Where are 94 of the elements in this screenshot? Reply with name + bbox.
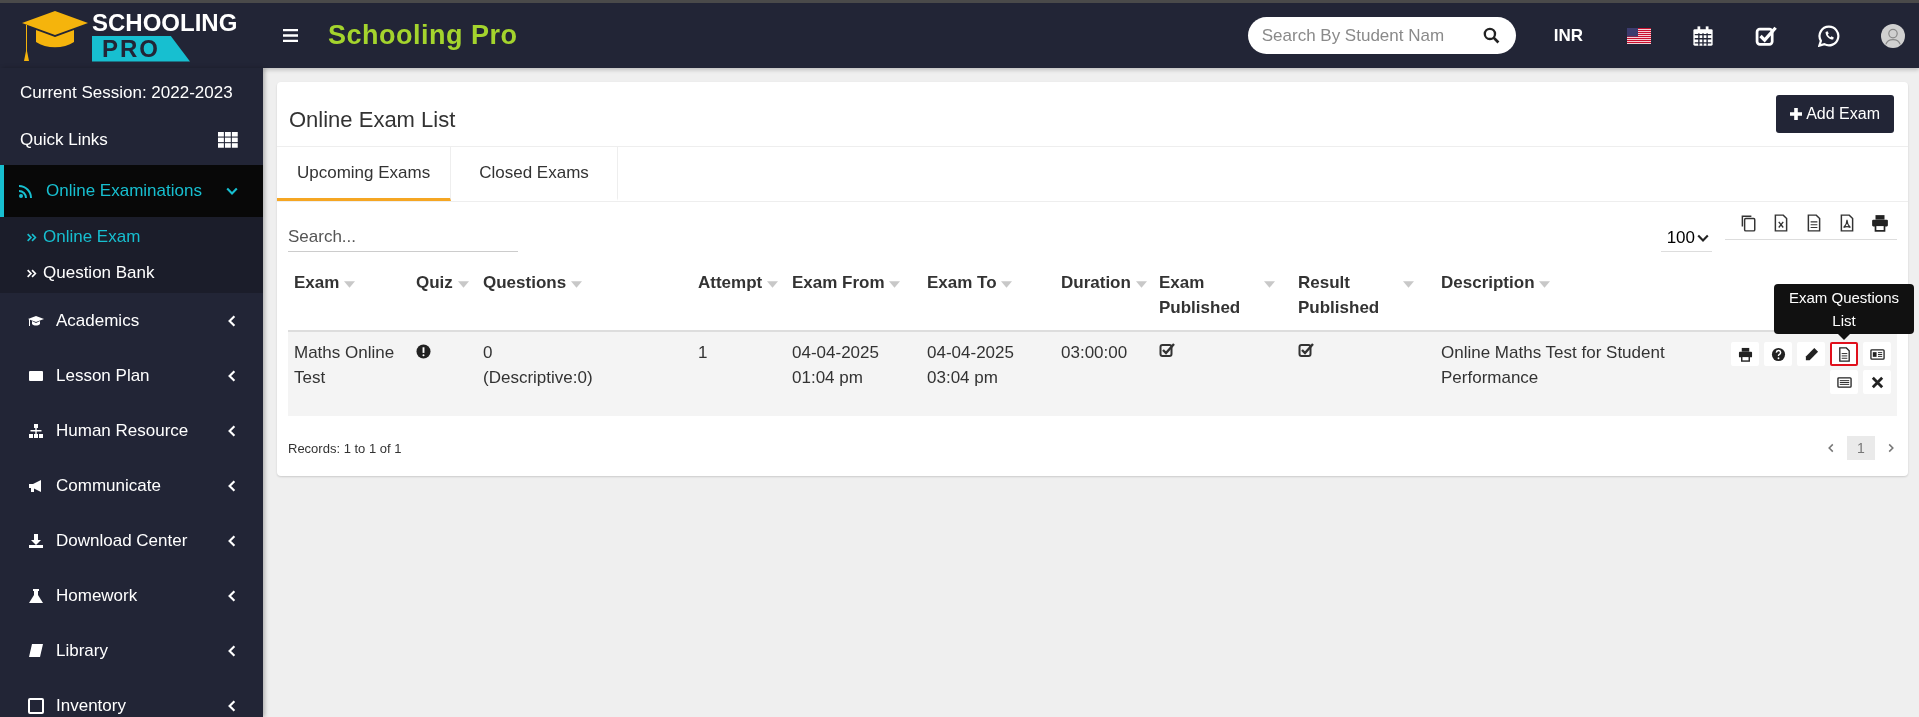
edit-button[interactable] [1797, 342, 1825, 366]
currency-selector[interactable]: INR [1553, 25, 1583, 46]
search-field[interactable]: Search By Student Nam [1247, 17, 1516, 54]
table-cell-text: 0 [483, 342, 494, 364]
session-label: Current Session: 2022-2023 [19, 82, 234, 104]
menu-item[interactable]: Online Examinations [0, 165, 263, 217]
logo[interactable]: SCHOOLING PRO [0, 8, 263, 63]
megaphone-icon [28, 477, 44, 494]
table-cell: Maths Online Test [294, 343, 395, 387]
grid-icon[interactable] [218, 132, 238, 148]
menu-item[interactable]: Inventory [0, 678, 263, 717]
print-icon[interactable] [1871, 214, 1889, 232]
rss-icon [18, 183, 34, 199]
double-chevron-icon [26, 231, 37, 243]
menu-item[interactable]: Download Center [0, 513, 263, 568]
list-button[interactable] [1830, 370, 1858, 394]
logo-text: SCHOOLING [92, 9, 238, 36]
page-button[interactable]: 1 [1847, 436, 1875, 460]
column-header[interactable]: Description [1441, 270, 1535, 295]
table-cell-text: 04-04-2025 [792, 342, 880, 364]
pdf-file-icon[interactable] [1838, 214, 1856, 232]
column-header[interactable]: Quiz [416, 270, 453, 295]
column-header[interactable]: Result Published [1298, 270, 1398, 320]
quick-links-label: Quick Links [20, 130, 108, 150]
pencil-icon [1803, 346, 1819, 362]
menu-item[interactable]: Human Resource [0, 403, 263, 458]
search-icon[interactable] [1482, 27, 1500, 44]
sitemap-icon [28, 422, 44, 439]
spreadsheet-file-icon[interactable] [1772, 214, 1790, 232]
tooltip-arrow-icon [1838, 334, 1850, 340]
box-icon [28, 697, 44, 714]
close-icon [1869, 374, 1885, 390]
tab[interactable]: Upcoming Exams [277, 147, 452, 201]
menu-item[interactable]: Library [0, 623, 263, 678]
checkbox-icon[interactable] [1755, 24, 1777, 47]
chevron-left-icon [226, 314, 238, 327]
double-chevron-icon [26, 267, 37, 279]
column-header[interactable]: Exam [294, 270, 340, 295]
tooltip: Exam Questions List [1774, 284, 1914, 334]
printer-icon [1737, 346, 1753, 362]
graduation-cap-icon [20, 8, 90, 63]
text-file-icon[interactable] [1805, 214, 1823, 232]
chevron-left-icon [226, 369, 238, 382]
table-cell-text: 04-04-2025 [927, 342, 1015, 364]
column-header[interactable]: Attempt [698, 270, 763, 295]
flask-icon [28, 587, 44, 604]
tab[interactable]: Closed Exams [451, 147, 618, 201]
chevron-left-icon [226, 534, 238, 547]
delete-button[interactable] [1863, 370, 1891, 394]
submenu-item[interactable]: Question Bank [0, 255, 263, 291]
page-title: Online Exam List [289, 107, 456, 133]
table-cell-text: 03:04 pm [927, 367, 999, 389]
chat-phone-icon[interactable] [1818, 24, 1840, 47]
menu-icon[interactable] [283, 29, 298, 42]
plus-icon [1790, 108, 1803, 120]
column-header[interactable]: Exam From [792, 270, 885, 295]
print-button[interactable] [1731, 342, 1759, 366]
page-size-select[interactable]: 100 [1660, 225, 1712, 252]
chevron-down-icon [226, 185, 238, 197]
chevron-left-icon [226, 479, 238, 492]
chevron-down-icon [1697, 232, 1709, 244]
table-cell-text: (Descriptive:0) [483, 367, 594, 389]
calendar-icon[interactable] [1692, 24, 1714, 47]
question-icon [1770, 346, 1786, 362]
download-icon [28, 532, 44, 549]
column-header[interactable]: Questions [483, 270, 567, 295]
table-cell: 1 [698, 343, 708, 362]
chevron-left-icon [226, 699, 238, 712]
menu-item[interactable]: Academics [0, 293, 263, 348]
column-header[interactable]: Exam To [927, 270, 997, 295]
chevron-left-icon [226, 424, 238, 437]
column-header[interactable]: Duration [1061, 270, 1131, 295]
chevron-left-icon [226, 589, 238, 602]
logo-subtext: PRO [92, 35, 190, 62]
menu-item[interactable]: Homework [0, 568, 263, 623]
table-cell: 03:00:00 [1061, 343, 1128, 362]
chevron-left-icon [226, 644, 238, 657]
help-button[interactable] [1764, 342, 1792, 366]
records-count: Records: 1 to 1 of 1 [288, 440, 402, 456]
menu-item[interactable]: Lesson Plan [0, 348, 263, 403]
column-header[interactable]: Exam Published [1159, 270, 1259, 320]
id-card-button[interactable] [1863, 342, 1891, 366]
flag-icon[interactable] [1627, 27, 1651, 44]
copy-icon[interactable] [1739, 214, 1757, 232]
id-card-icon [1869, 346, 1885, 362]
document-icon [1836, 346, 1852, 362]
avatar-icon[interactable] [1881, 23, 1905, 48]
submenu-item[interactable]: Online Exam [0, 219, 263, 255]
table-cell: Online Maths Test for Student Performance [1441, 343, 1665, 387]
add-exam-button[interactable]: Add Exam [1776, 95, 1894, 133]
document-button[interactable] [1830, 342, 1858, 366]
app-title: Schooling Pro [328, 20, 518, 51]
menu-item[interactable]: Communicate [0, 458, 263, 513]
table-cell-text: 01:04 pm [792, 367, 864, 389]
